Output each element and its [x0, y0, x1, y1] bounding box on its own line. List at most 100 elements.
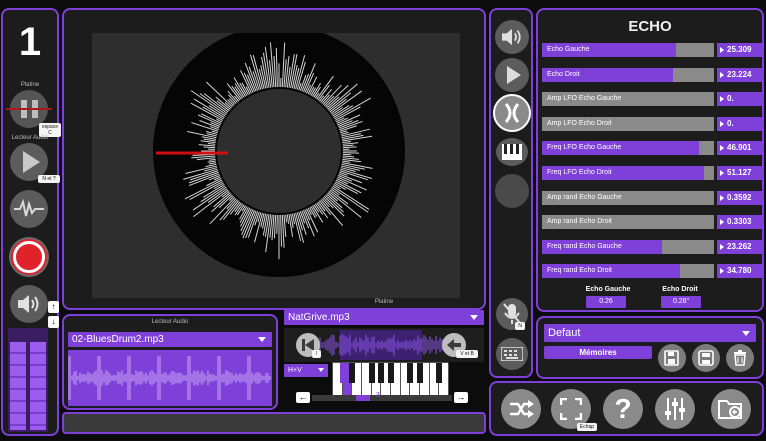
octave-left-button[interactable]: ←	[296, 392, 310, 403]
octave-right-button[interactable]: →	[454, 392, 468, 403]
delete-button[interactable]	[726, 344, 754, 372]
echo-slider-row[interactable]: Amp LFO Echo Droit 0.	[542, 116, 763, 131]
app-root: 1 Platine espace C Lecteur Audio N et ?	[0, 0, 766, 441]
echo-effect-button[interactable]	[493, 94, 531, 132]
volume-button[interactable]	[10, 285, 48, 323]
lecteur-file-select[interactable]: 02-BluesDrum2.mp3	[68, 332, 272, 347]
octave-slider[interactable]: 3	[312, 392, 452, 401]
slider-value[interactable]: 25.309	[717, 43, 763, 57]
echo-gauche-value[interactable]: 0.26	[586, 296, 626, 308]
folder-open-icon	[718, 400, 742, 419]
echo-slider-row[interactable]: Freq LFO Echo Gauche 46.901	[542, 141, 763, 156]
slider-value[interactable]: 46.901	[717, 141, 763, 156]
save-button[interactable]	[692, 344, 720, 372]
save-as-button[interactable]	[658, 344, 686, 372]
turntable-disc[interactable]	[92, 33, 460, 298]
status-bar	[62, 412, 486, 434]
slider-track[interactable]: Freq rand Echo Gauche	[542, 239, 714, 254]
piano-black-key[interactable]	[339, 363, 346, 383]
slider-value[interactable]: 0.3303	[717, 215, 763, 230]
slider-track[interactable]: Freq LFO Echo Gauche	[542, 141, 714, 156]
piano-keyboard[interactable]	[332, 362, 449, 397]
slider-track[interactable]: Echo Droit	[542, 67, 714, 82]
preset-select[interactable]: Defaut	[544, 324, 756, 342]
piano-black-key[interactable]	[368, 363, 375, 383]
shuffle-button[interactable]	[501, 389, 541, 429]
volume-up-button[interactable]: ↑	[48, 301, 59, 313]
play-effect-button[interactable]	[495, 58, 529, 92]
piano-black-key[interactable]	[388, 363, 394, 383]
inactive-effect-button[interactable]	[495, 174, 529, 208]
echo-slider-row[interactable]: Amp rand Echo Droit 0.3303	[542, 215, 763, 230]
slider-track[interactable]: Amp rand Echo Gauche	[542, 190, 714, 205]
memoires-button[interactable]: Mémoires	[544, 346, 652, 359]
mixer-button[interactable]	[655, 389, 695, 429]
track-counter: 1	[18, 20, 42, 64]
echo-droit-value[interactable]: 0.26"	[661, 296, 701, 308]
keyboard-button[interactable]	[496, 338, 528, 370]
chevron-down-icon	[470, 315, 478, 320]
platine-waveform-area: / V et B	[284, 328, 484, 362]
echo-slider-row[interactable]: Amp LFO Echo Gauche 0.	[542, 92, 763, 107]
slider-value[interactable]: 0.	[717, 116, 763, 131]
level-meter-left	[10, 342, 26, 430]
lecteur-waveform[interactable]	[67, 350, 272, 406]
slider-label: Freq LFO Echo Droit	[547, 169, 612, 176]
piano-black-key[interactable]	[349, 363, 356, 383]
chevron-down-icon	[318, 368, 324, 372]
waveform-button[interactable]	[10, 190, 48, 228]
back-tooltip: V et B	[456, 350, 478, 358]
slider-track[interactable]: Echo Gauche	[542, 43, 714, 57]
echo-icon	[504, 103, 520, 123]
echo-gauche-label: Echo Gauche	[585, 286, 631, 293]
slider-track[interactable]: Freq rand Echo Droit	[542, 264, 714, 279]
slider-label: Freq LFO Echo Gauche	[547, 144, 622, 152]
fullscreen-tooltip: Echap	[577, 423, 597, 431]
platine-label: Platine	[20, 82, 40, 88]
play-icon	[507, 66, 521, 84]
piano-black-key[interactable]	[407, 363, 414, 383]
piano-black-key[interactable]	[436, 363, 443, 383]
slider-track[interactable]: Amp LFO Echo Gauche	[542, 92, 714, 107]
slider-value[interactable]: 51.127	[717, 166, 763, 180]
echo-slider-row[interactable]: Freq rand Echo Gauche 23.262	[542, 239, 763, 254]
slider-value[interactable]: 23.224	[717, 67, 763, 82]
echo-panel: ECHO Echo Gauche 25.309 Echo Droit 23.224 Am…	[536, 8, 764, 312]
help-button[interactable]: ?	[603, 389, 643, 429]
bottom-toolbar: Echap ?	[489, 381, 764, 436]
platine-mode-select[interactable]: H+V	[284, 364, 328, 377]
echo-slider-row[interactable]: Freq rand Echo Droit 34.780	[542, 264, 763, 279]
slider-label: Amp rand Echo Droit	[547, 218, 612, 226]
trash-icon	[734, 350, 746, 366]
echo-slider-row[interactable]: Echo Droit 23.224	[542, 67, 763, 82]
record-button[interactable]	[9, 237, 49, 277]
slider-track[interactable]: Amp LFO Echo Droit	[542, 116, 714, 131]
slider-value[interactable]: 0.	[717, 92, 763, 107]
volume-down-button[interactable]: ↓	[48, 316, 59, 328]
left-control-panel: 1 Platine espace C Lecteur Audio N et ?	[1, 8, 61, 436]
octave-slider-fill	[356, 395, 370, 401]
slider-value[interactable]: 23.262	[717, 239, 763, 254]
turntable-canvas	[92, 33, 460, 298]
slider-value[interactable]: 0.3592	[717, 190, 763, 205]
slider-label: Amp rand Echo Gauche	[547, 193, 622, 201]
slider-track[interactable]: Freq LFO Echo Droit	[542, 166, 714, 180]
slider-label: Freq rand Echo Droit	[547, 267, 612, 275]
microphone-tooltip: N	[515, 322, 525, 330]
slider-label: Echo Gauche	[547, 46, 590, 53]
slider-track[interactable]: Amp rand Echo Droit	[542, 215, 714, 230]
platine-mode-value: H+V	[288, 367, 302, 374]
octave-value: 3	[376, 392, 380, 399]
slider-value[interactable]: 34.780	[717, 264, 763, 279]
piano-black-key[interactable]	[378, 363, 385, 383]
open-folder-button[interactable]	[711, 389, 751, 429]
echo-slider-row[interactable]: Amp rand Echo Gauche 0.3592	[542, 190, 763, 205]
echo-slider-row[interactable]: Freq LFO Echo Droit 51.127	[542, 166, 763, 180]
speaker-effect-button[interactable]	[495, 20, 529, 54]
piano-effect-button[interactable]	[496, 138, 528, 166]
platine-file-select[interactable]: NatGrive.mp3	[284, 310, 484, 325]
echo-slider-row[interactable]: Echo Gauche 25.309	[542, 43, 763, 57]
piano-black-key[interactable]	[417, 363, 423, 383]
platine-file-name: NatGrive.mp3	[288, 312, 350, 323]
lecteur-audio-panel: Lecteur Audio 02-BluesDrum2.mp3	[62, 314, 278, 410]
